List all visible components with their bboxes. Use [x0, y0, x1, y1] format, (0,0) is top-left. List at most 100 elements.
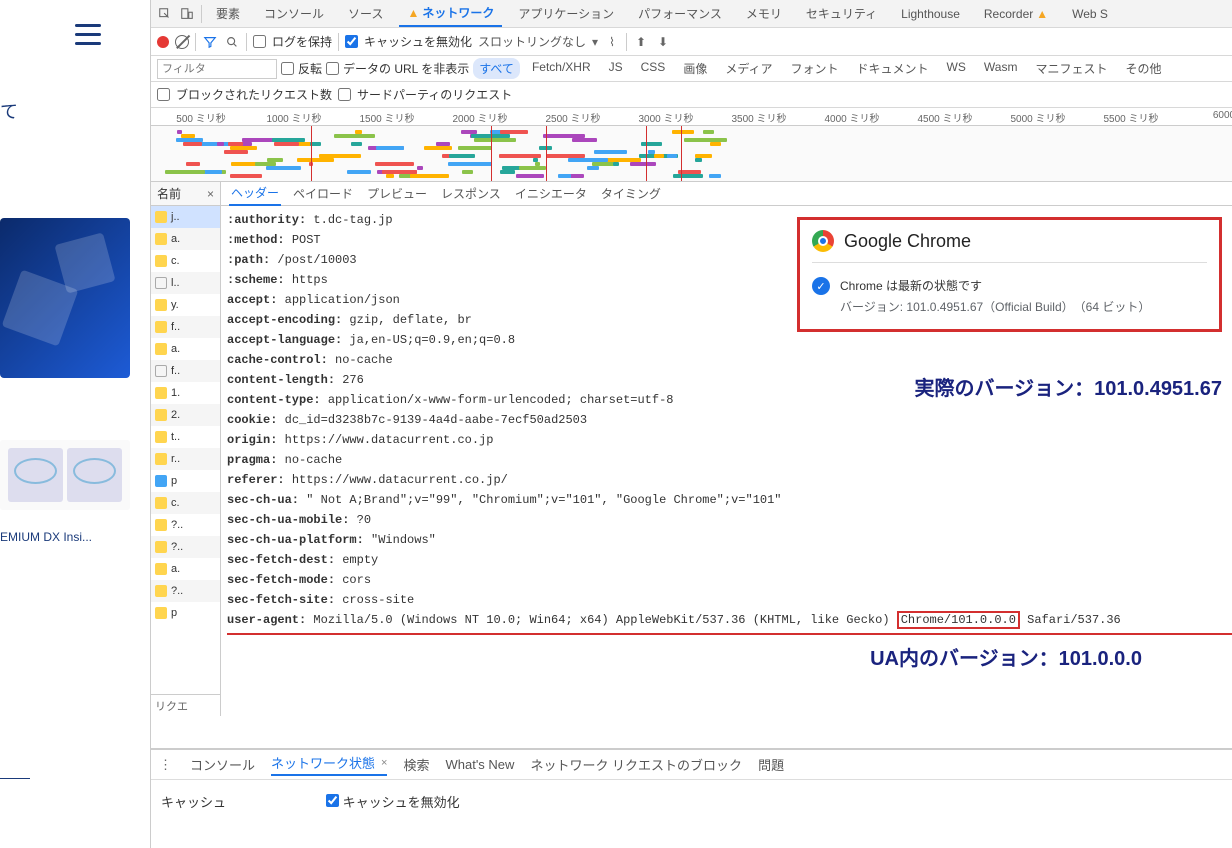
tab-セキュリティ[interactable]: セキュリティ	[798, 0, 885, 27]
device-icon[interactable]	[179, 6, 195, 22]
header-line: cache-control: no-cache	[227, 350, 1232, 370]
request-row[interactable]: a.	[151, 338, 220, 360]
detail-tab-レスポンス[interactable]: レスポンス	[439, 182, 503, 205]
request-row[interactable]: ?..	[151, 514, 220, 536]
filter-type-画像[interactable]: 画像	[677, 58, 713, 79]
drawer-tab-検索[interactable]: 検索	[403, 755, 429, 774]
name-column-label: 名前	[157, 185, 181, 202]
drawer-disable-cache-checkbox[interactable]	[326, 794, 339, 807]
drawer-tab-ネットワーク リクエストのブロック[interactable]: ネットワーク リクエストのブロック	[530, 755, 742, 774]
waterfall-bar	[165, 170, 206, 174]
ruler-tick: 4500 ミリ秒	[917, 110, 972, 125]
request-row[interactable]: j..	[151, 206, 220, 228]
request-row[interactable]: 1.	[151, 382, 220, 404]
menu-icon[interactable]	[75, 24, 101, 45]
tab-Recorder[interactable]: Recorder▲	[976, 0, 1056, 27]
detail-tab-ヘッダー[interactable]: ヘッダー	[229, 181, 281, 206]
invert-checkbox[interactable]	[281, 62, 294, 75]
more-icon[interactable]: ⋮	[159, 757, 174, 773]
close-icon[interactable]: ×	[207, 187, 214, 201]
tab-要素[interactable]: 要素	[208, 0, 248, 27]
filter-input[interactable]	[157, 59, 277, 79]
drawer-disable-cache[interactable]: キャッシュを無効化	[326, 792, 460, 811]
annotation-ua-version: UA内のバージョン：101.0.0.0	[870, 642, 1142, 671]
tab-ソース[interactable]: ソース	[340, 0, 391, 27]
file-icon	[155, 277, 167, 289]
waterfall-bar	[667, 154, 677, 158]
file-icon	[155, 519, 167, 531]
tab-コンソール[interactable]: コンソール	[256, 0, 332, 27]
drawer-tab-コンソール[interactable]: コンソール	[190, 755, 255, 774]
wifi-icon[interactable]: ⌇	[604, 34, 620, 50]
request-row[interactable]: p	[151, 470, 220, 492]
third-party-label: サードパーティのリクエスト	[357, 86, 512, 103]
search-icon[interactable]	[224, 34, 240, 50]
filter-type-Fetch/XHR[interactable]: Fetch/XHR	[526, 58, 597, 79]
tab-メモリ[interactable]: メモリ	[738, 0, 790, 27]
waterfall-bar	[594, 150, 627, 154]
tab-パフォーマンス[interactable]: パフォーマンス	[630, 0, 730, 27]
disable-cache-checkbox[interactable]	[345, 35, 358, 48]
request-row[interactable]: a.	[151, 228, 220, 250]
tab-アプリケーション[interactable]: アプリケーション	[510, 0, 622, 27]
download-icon[interactable]: ⬇	[655, 34, 671, 50]
filter-icon[interactable]	[202, 34, 218, 50]
request-row[interactable]: a.	[151, 558, 220, 580]
filter-type-ドキュメント[interactable]: ドキュメント	[851, 58, 935, 79]
drawer-tab-ネットワーク状態[interactable]: ネットワーク状態×	[271, 753, 387, 776]
filter-type-WS[interactable]: WS	[941, 58, 972, 79]
filter-type-CSS[interactable]: CSS	[635, 58, 672, 79]
detail-tab-プレビュー[interactable]: プレビュー	[365, 182, 429, 205]
request-row[interactable]: c.	[151, 250, 220, 272]
filter-type-その他[interactable]: その他	[1119, 58, 1167, 79]
tab-Lighthouse[interactable]: Lighthouse	[893, 0, 968, 27]
detail-tab-ペイロード[interactable]: ペイロード	[291, 182, 355, 205]
filter-type-JS[interactable]: JS	[603, 58, 629, 79]
timeline-ruler[interactable]: 500 ミリ秒1000 ミリ秒1500 ミリ秒2000 ミリ秒2500 ミリ秒3…	[151, 108, 1232, 126]
timeline-overview[interactable]	[151, 126, 1232, 182]
request-row[interactable]: f..	[151, 360, 220, 382]
waterfall-bar	[684, 138, 727, 142]
request-row[interactable]: l..	[151, 272, 220, 294]
blocked-requests-checkbox[interactable]	[157, 88, 170, 101]
filter-type-フォント[interactable]: フォント	[785, 58, 845, 79]
detail-tab-タイミング[interactable]: タイミング	[599, 182, 663, 205]
filter-type-すべて[interactable]: すべて	[473, 58, 520, 79]
chevron-down-icon[interactable]: ▾	[592, 35, 598, 49]
waterfall-bar	[183, 142, 202, 146]
tab-Web S[interactable]: Web S	[1064, 0, 1116, 27]
tab-ネットワーク[interactable]: ▲ネットワーク	[399, 0, 502, 27]
request-row[interactable]: c.	[151, 492, 220, 514]
request-row[interactable]: 2.	[151, 404, 220, 426]
waterfall-bar	[382, 170, 417, 174]
drawer-tab-問題[interactable]: 問題	[758, 755, 784, 774]
inspect-icon[interactable]	[157, 6, 173, 22]
hide-data-url-checkbox[interactable]	[326, 62, 339, 75]
close-icon[interactable]: ×	[381, 757, 387, 769]
clear-icon[interactable]	[175, 35, 189, 49]
filter-type-メディア[interactable]: メディア	[719, 58, 778, 79]
file-icon	[155, 563, 167, 575]
detail-tab-イニシエータ[interactable]: イニシエータ	[513, 182, 589, 205]
page-thumbnail	[0, 440, 130, 510]
throttling-select[interactable]: スロットリングなし	[478, 33, 586, 50]
upload-icon[interactable]: ⬆	[633, 34, 649, 50]
blocked-requests-label: ブロックされたリクエスト数	[176, 86, 332, 103]
third-party-checkbox[interactable]	[338, 88, 351, 101]
record-icon[interactable]	[157, 36, 169, 48]
file-icon	[155, 585, 167, 597]
drawer-tab-What's New[interactable]: What's New	[445, 757, 514, 772]
filter-type-Wasm[interactable]: Wasm	[978, 58, 1024, 79]
page-hero-image	[0, 218, 130, 378]
request-row[interactable]: t..	[151, 426, 220, 448]
chrome-version-text: バージョン: 101.0.4951.67（Official Build） （64…	[840, 298, 1150, 315]
waterfall-bar	[436, 142, 450, 146]
filter-type-マニフェスト[interactable]: マニフェスト	[1029, 58, 1113, 79]
request-row[interactable]: ?..	[151, 580, 220, 602]
request-row[interactable]: r..	[151, 448, 220, 470]
request-row[interactable]: f..	[151, 316, 220, 338]
request-row[interactable]: p	[151, 602, 220, 624]
preserve-log-checkbox[interactable]	[253, 35, 266, 48]
request-row[interactable]: y.	[151, 294, 220, 316]
request-row[interactable]: ?..	[151, 536, 220, 558]
